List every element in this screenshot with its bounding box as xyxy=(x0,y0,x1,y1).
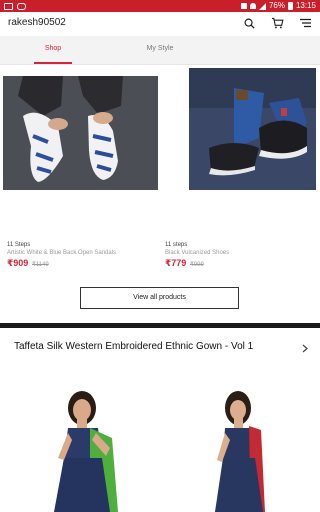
collection-image-green-gown[interactable] xyxy=(40,388,130,512)
tab-shop-label: Shop xyxy=(44,45,62,52)
tab-my-style[interactable]: My Style xyxy=(140,36,180,64)
tab-bar: Shop My Style xyxy=(0,36,320,65)
tab-my-style-label: My Style xyxy=(146,45,174,52)
wifi-icon xyxy=(249,3,256,9)
product-price: ₹779 xyxy=(165,258,187,268)
product-image-shoes[interactable] xyxy=(189,68,316,190)
collection-section: Taffeta Silk Western Embroidered Ethnic … xyxy=(0,328,320,512)
product-image-sandals[interactable] xyxy=(3,76,158,190)
battery-icon xyxy=(287,2,293,10)
product-card-info[interactable]: 11 Steps Artistic White & Blue Back Open… xyxy=(7,241,157,269)
battery-percent: 76% xyxy=(268,1,285,10)
menu-icon[interactable] xyxy=(298,16,312,30)
product-section: 11 Steps Artistic White & Blue Back Open… xyxy=(0,65,320,320)
view-all-products-button[interactable]: View all products xyxy=(80,287,239,309)
username-label[interactable]: rakesh90502 xyxy=(8,17,66,28)
signal-icon xyxy=(258,2,266,10)
product-card-info[interactable]: 11 steps Black Vulcanized Shoes ₹779 ₹99… xyxy=(165,241,315,269)
status-bar: 76% 13:15 xyxy=(0,0,320,12)
product-name: Black Vulcanized Shoes xyxy=(165,250,230,256)
product-name: Artistic White & Blue Back Open Sandals xyxy=(7,250,117,256)
clock: 13:15 xyxy=(295,1,316,10)
mute-icon xyxy=(240,3,247,9)
product-mrp: ₹1149 xyxy=(31,262,49,268)
cart-icon[interactable] xyxy=(270,16,284,30)
chevron-right-icon[interactable] xyxy=(302,340,308,358)
search-icon[interactable] xyxy=(242,16,256,30)
active-tab-indicator xyxy=(34,62,72,64)
collection-title[interactable]: Taffeta Silk Western Embroidered Ethnic … xyxy=(14,340,254,354)
youtube-notification-icon xyxy=(17,2,26,10)
collection-image-red-gown[interactable] xyxy=(205,388,280,512)
product-steps: 11 Steps xyxy=(7,242,31,248)
product-price: ₹909 xyxy=(7,258,29,268)
gallery-notification-icon xyxy=(4,2,13,10)
product-mrp: ₹999 xyxy=(189,262,204,268)
app-header: rakesh90502 xyxy=(0,12,320,36)
product-steps: 11 steps xyxy=(165,242,188,248)
tab-shop[interactable]: Shop xyxy=(34,36,72,64)
